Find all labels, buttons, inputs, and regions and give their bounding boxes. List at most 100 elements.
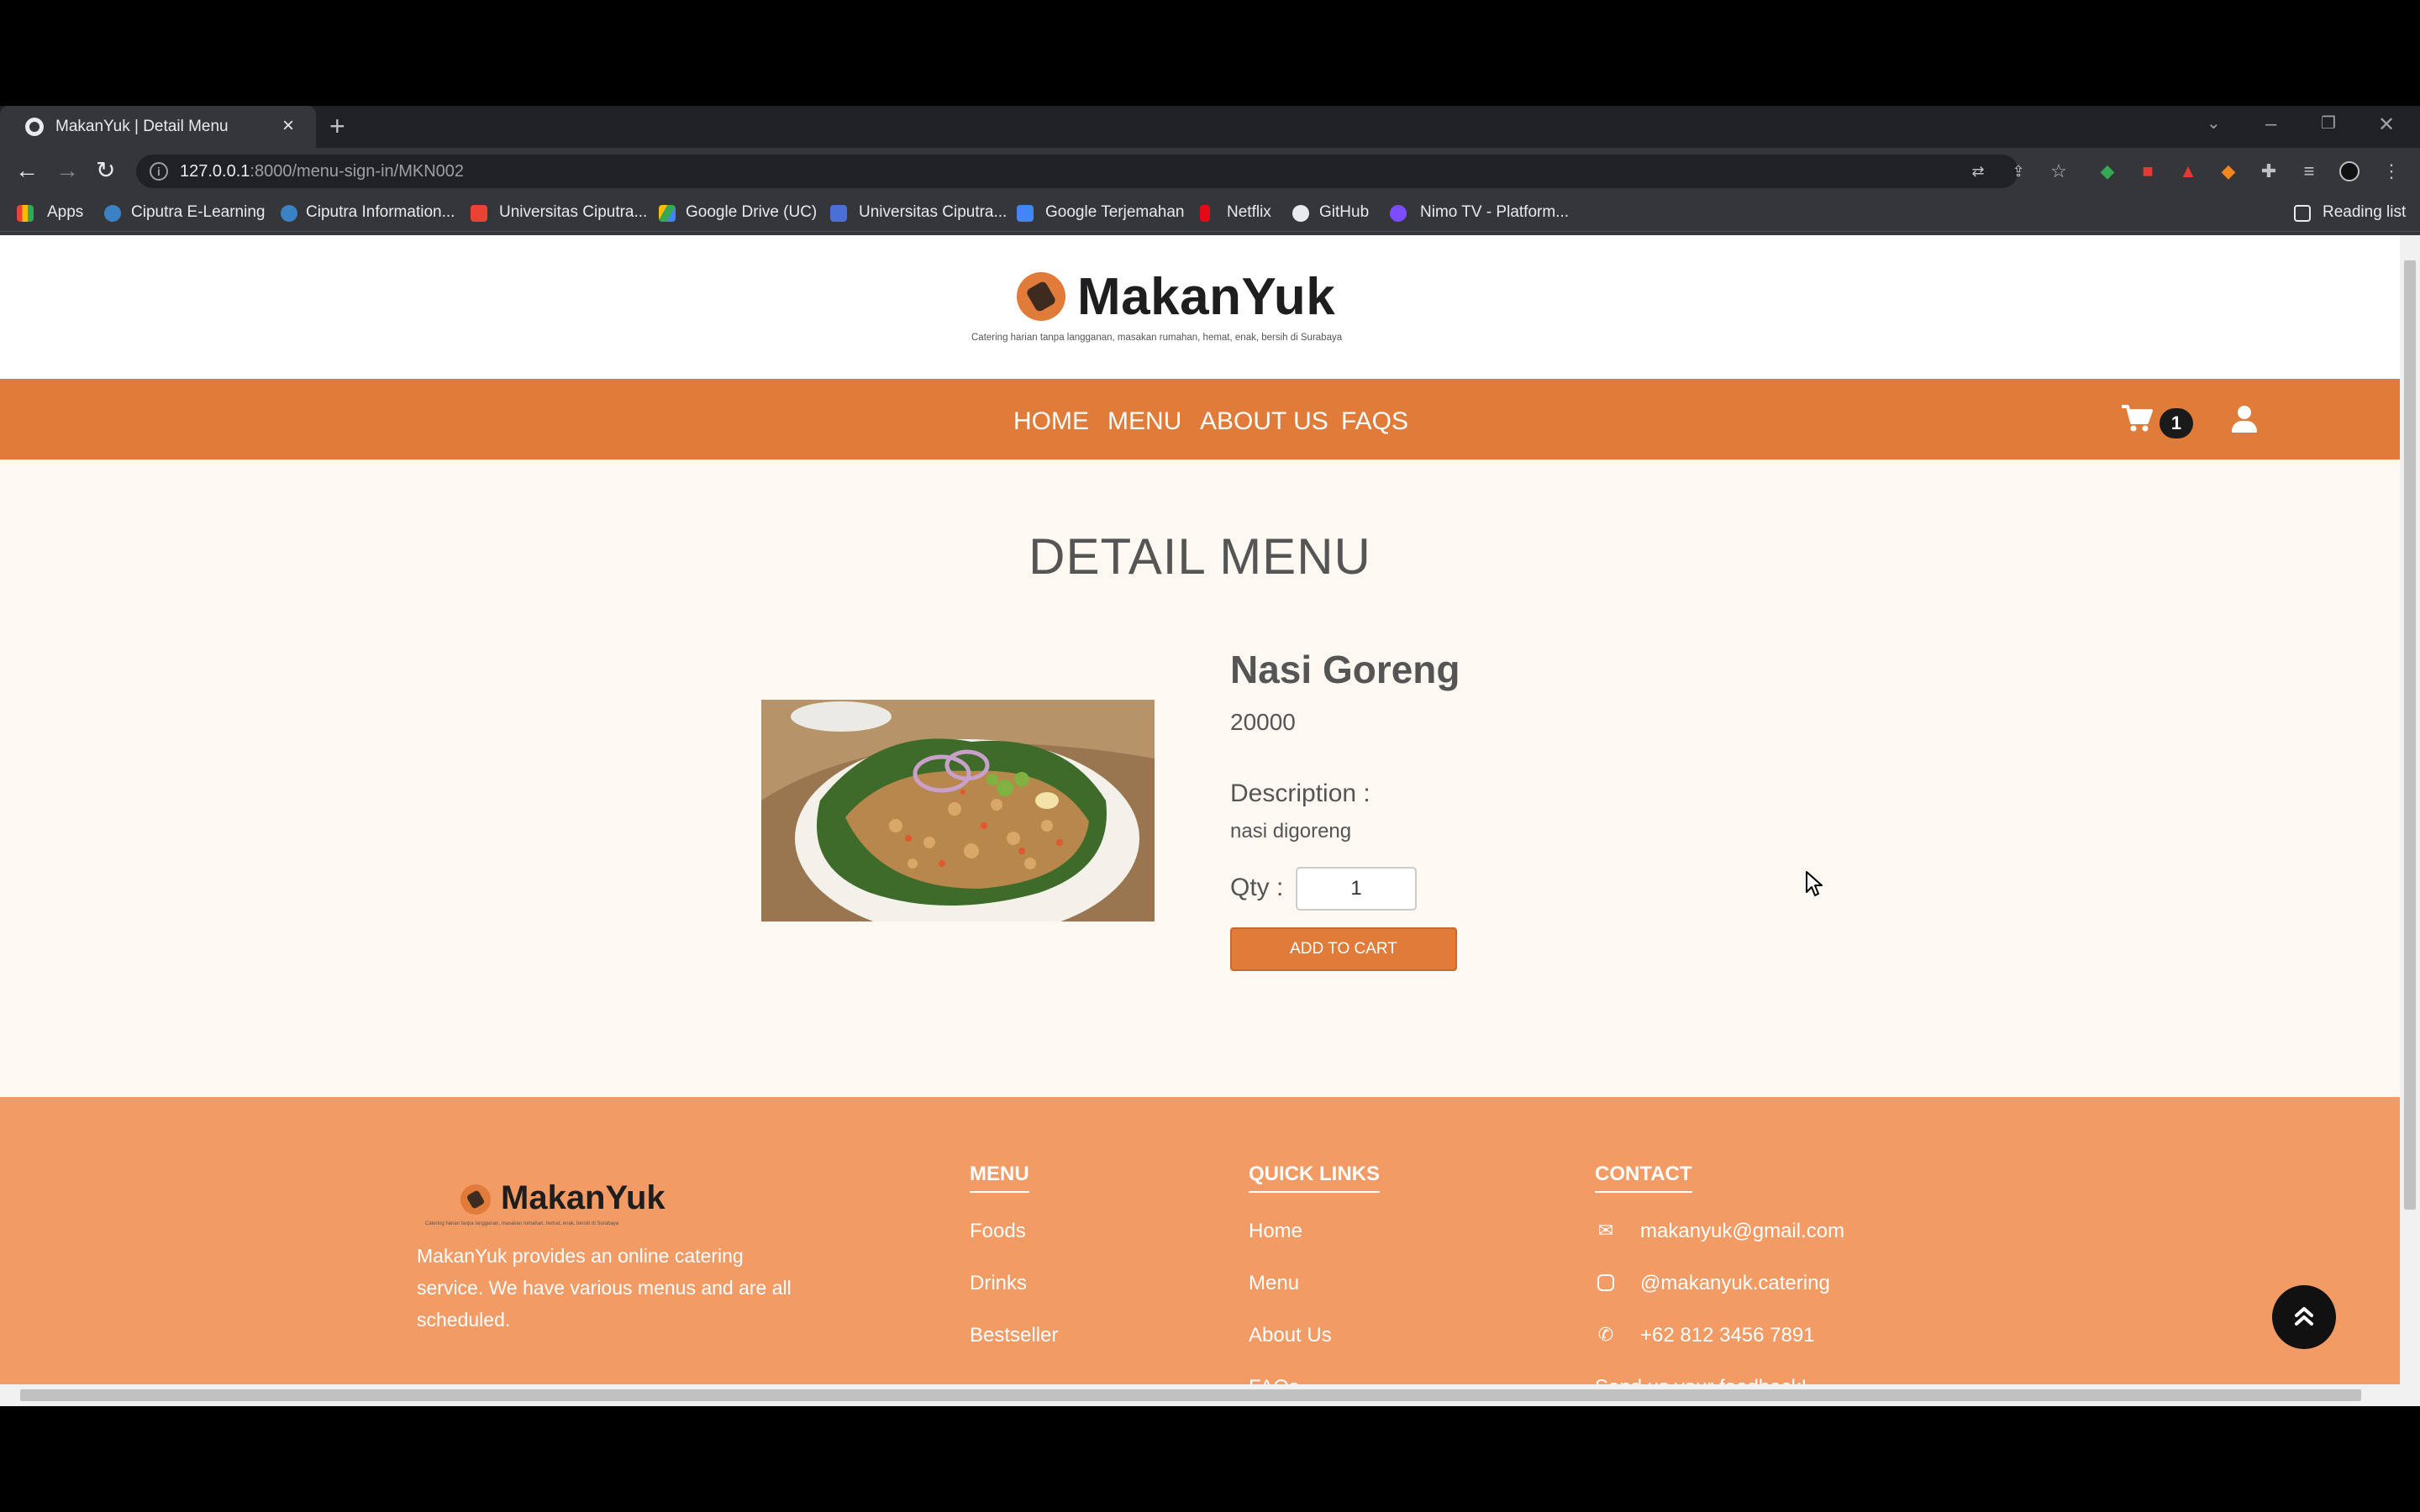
- netflix-icon: [1200, 205, 1210, 222]
- ciputra-icon: [281, 205, 297, 222]
- tab-strip: MakanYuk | Detail Menu × + ⌄ – ❐ ✕: [0, 106, 2420, 148]
- google-translate-icon: [1017, 205, 1034, 222]
- user-icon[interactable]: [2232, 406, 2257, 434]
- qty-input[interactable]: [1296, 867, 1417, 911]
- gmail-icon: [471, 205, 487, 222]
- nav-menu[interactable]: MENU: [1107, 407, 1181, 436]
- ciputra-icon: [104, 205, 121, 222]
- reading-list-icon: [2294, 205, 2311, 222]
- cart-count-badge: 1: [2160, 408, 2193, 438]
- footer-link-about-us[interactable]: About Us: [1249, 1324, 1332, 1347]
- scrollbar-thumb[interactable]: [2404, 260, 2416, 1210]
- nimo-tv-icon: [1390, 205, 1407, 222]
- cart-icon[interactable]: [2121, 404, 2153, 433]
- footer-contact-heading: CONTACT: [1595, 1163, 1692, 1193]
- footer-link-home[interactable]: Home: [1249, 1220, 1302, 1243]
- share-icon[interactable]: ⇪: [2008, 161, 2028, 181]
- add-to-cart-button[interactable]: ADD TO CART: [1230, 927, 1457, 971]
- tab-search-icon[interactable]: ⌄: [2207, 113, 2221, 134]
- footer-phone[interactable]: +62 812 3456 7891: [1640, 1324, 1815, 1347]
- bookmark-item[interactable]: Netflix: [1227, 203, 1271, 222]
- footer-email[interactable]: makanyuk@gmail.com: [1640, 1220, 1844, 1243]
- tab-active[interactable]: MakanYuk | Detail Menu ×: [0, 106, 316, 148]
- restore-icon[interactable]: ❐: [2321, 113, 2336, 134]
- product-name: Nasi Goreng: [1230, 648, 1460, 691]
- site-info-icon[interactable]: i: [150, 162, 168, 181]
- bookmark-item[interactable]: Google Drive (UC): [686, 203, 817, 222]
- back-icon[interactable]: ←: [15, 158, 39, 183]
- footer-quick-links-heading: QUICK LINKS: [1249, 1163, 1380, 1193]
- footer-feedback-link[interactable]: Send us your feedback!: [1595, 1376, 1807, 1384]
- logo-tagline: Catering harian tanpa langganan, masakan…: [971, 333, 1343, 343]
- qty-label: Qty :: [1230, 874, 1284, 901]
- logo-mark-icon: [460, 1184, 491, 1215]
- footer-link-menu[interactable]: Menu: [1249, 1272, 1299, 1295]
- footer-link-drinks[interactable]: Drinks: [970, 1272, 1027, 1295]
- description-label: Description :: [1230, 780, 1370, 807]
- site-header: MakanYuk Catering harian tanpa langganan…: [0, 235, 2400, 379]
- bookmark-item[interactable]: Ciputra Information...: [306, 203, 455, 222]
- main-navbar: HOME MENU ABOUT US FAQS 1: [0, 379, 2400, 459]
- site-footer: MakanYuk Catering harian tanpa langganan…: [0, 1097, 2400, 1384]
- description-text: nasi digoreng: [1230, 820, 1352, 843]
- github-icon: [1292, 205, 1309, 222]
- bookmark-item[interactable]: Google Terjemahan: [1045, 203, 1184, 222]
- horizontal-scrollbar[interactable]: [0, 1384, 2420, 1406]
- product-price: 20000: [1230, 709, 1296, 735]
- page-title: DETAIL MENU: [1028, 528, 1371, 585]
- scroll-to-top-button[interactable]: [2272, 1285, 2336, 1349]
- bookmark-item[interactable]: Universitas Ciputra...: [499, 203, 647, 222]
- footer-instagram[interactable]: @makanyuk.catering: [1640, 1272, 1830, 1295]
- vertical-scrollbar[interactable]: [2400, 235, 2420, 1384]
- metamask-icon[interactable]: ◆: [2218, 161, 2238, 181]
- double-chevron-up-icon: [2295, 1307, 2313, 1326]
- bookmark-item[interactable]: Ciputra E-Learning: [131, 203, 265, 222]
- bookmark-item[interactable]: GitHub: [1319, 203, 1369, 222]
- nav-home[interactable]: HOME: [1013, 407, 1089, 436]
- pdf-extension-icon[interactable]: ▲: [2178, 161, 2198, 181]
- footer-logo-tagline: Catering harian tanpa langganan, masakan…: [425, 1221, 619, 1226]
- bookmark-item[interactable]: Nimo TV - Platform...: [1420, 203, 1569, 222]
- apps-grid-icon: [17, 205, 34, 222]
- logo-mark-icon: [1017, 272, 1065, 321]
- minimize-icon[interactable]: –: [2265, 113, 2276, 136]
- whatsapp-icon: ✆: [1597, 1324, 1614, 1345]
- puzzle-icon[interactable]: ✚: [2259, 161, 2279, 181]
- extension-icon[interactable]: ■: [2138, 161, 2158, 181]
- product-image: [761, 700, 1155, 921]
- globe-icon: [25, 118, 44, 136]
- bookmark-star-icon[interactable]: ☆: [2049, 161, 2069, 181]
- translate-icon[interactable]: ⇄: [1968, 161, 1988, 181]
- footer-link-faqs[interactable]: FAQs: [1249, 1376, 1299, 1384]
- window-close-icon[interactable]: ✕: [2378, 113, 2395, 137]
- footer-logo[interactable]: MakanYuk Catering harian tanpa langganan…: [425, 1179, 761, 1230]
- bookmark-apps[interactable]: Apps: [47, 203, 83, 222]
- url-text: 127.0.0.1:8000/menu-sign-in/MKN002: [180, 162, 465, 181]
- reload-icon[interactable]: ↻: [96, 158, 115, 183]
- close-tab-icon[interactable]: ×: [282, 114, 294, 138]
- media-icon[interactable]: ≡: [2299, 161, 2319, 181]
- new-tab-icon[interactable]: +: [329, 111, 345, 142]
- profile-avatar-icon[interactable]: [2339, 161, 2360, 181]
- tab-title: MakanYuk | Detail Menu: [55, 118, 229, 135]
- web-page: MakanYuk Catering harian tanpa langganan…: [0, 235, 2400, 1384]
- nav-about-us[interactable]: ABOUT US: [1200, 407, 1328, 436]
- reading-list-button[interactable]: Reading list: [2323, 203, 2406, 222]
- forward-icon[interactable]: →: [55, 158, 79, 183]
- bookmarks-bar: Apps Ciputra E-Learning Ciputra Informat…: [0, 195, 2420, 232]
- extension-icon[interactable]: ◆: [2097, 161, 2118, 181]
- footer-link-foods[interactable]: Foods: [970, 1220, 1026, 1243]
- nav-faqs[interactable]: FAQS: [1341, 407, 1408, 436]
- footer-link-bestseller[interactable]: Bestseller: [970, 1324, 1058, 1347]
- site-logo[interactable]: MakanYuk Catering harian tanpa langganan…: [971, 268, 1454, 344]
- browser-toolbar: ← → ↻ i 127.0.0.1:8000/menu-sign-in/MKN0…: [0, 148, 2420, 195]
- scrollbar-thumb[interactable]: [20, 1389, 2361, 1401]
- bookmark-item[interactable]: Universitas Ciputra...: [859, 203, 1007, 222]
- footer-about-text: MakanYuk provides an online catering ser…: [417, 1245, 792, 1331]
- mouse-cursor-icon: [1806, 871, 1823, 896]
- ciputra-icon: [830, 205, 847, 222]
- more-menu-icon[interactable]: ⋮: [2381, 161, 2402, 181]
- logo-name: MakanYuk: [1077, 268, 1336, 326]
- address-bar[interactable]: i 127.0.0.1:8000/menu-sign-in/MKN002: [136, 155, 2018, 188]
- instagram-icon: [1597, 1274, 1614, 1291]
